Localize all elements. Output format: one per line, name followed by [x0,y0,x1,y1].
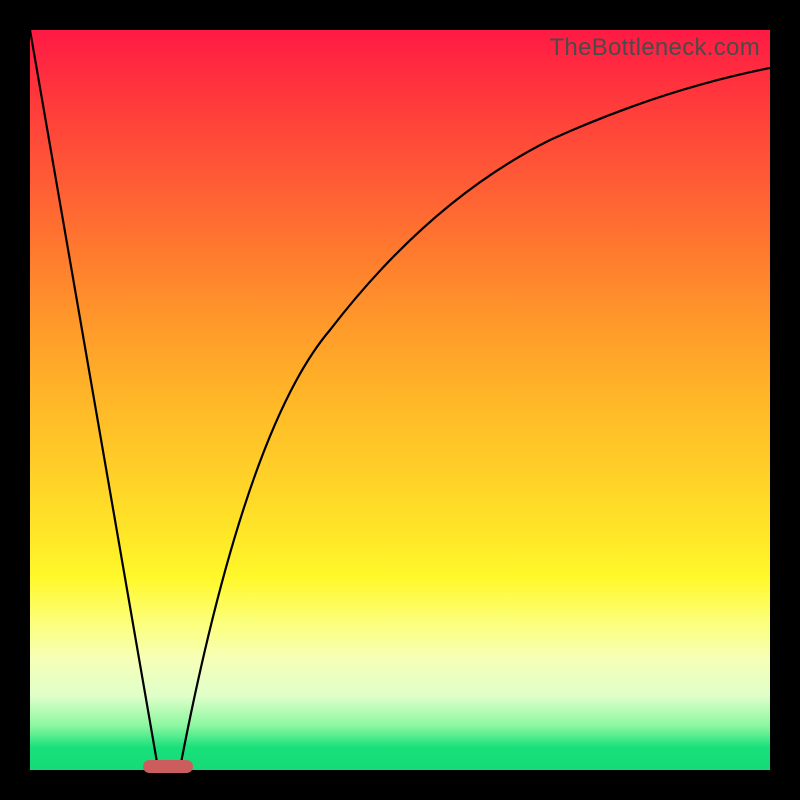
curve-left [30,30,158,768]
curve-right [180,68,770,768]
plot-area: TheBottleneck.com [30,30,770,770]
curve-layer [30,30,770,770]
minimum-marker [143,760,193,773]
chart-frame: TheBottleneck.com [0,0,800,800]
